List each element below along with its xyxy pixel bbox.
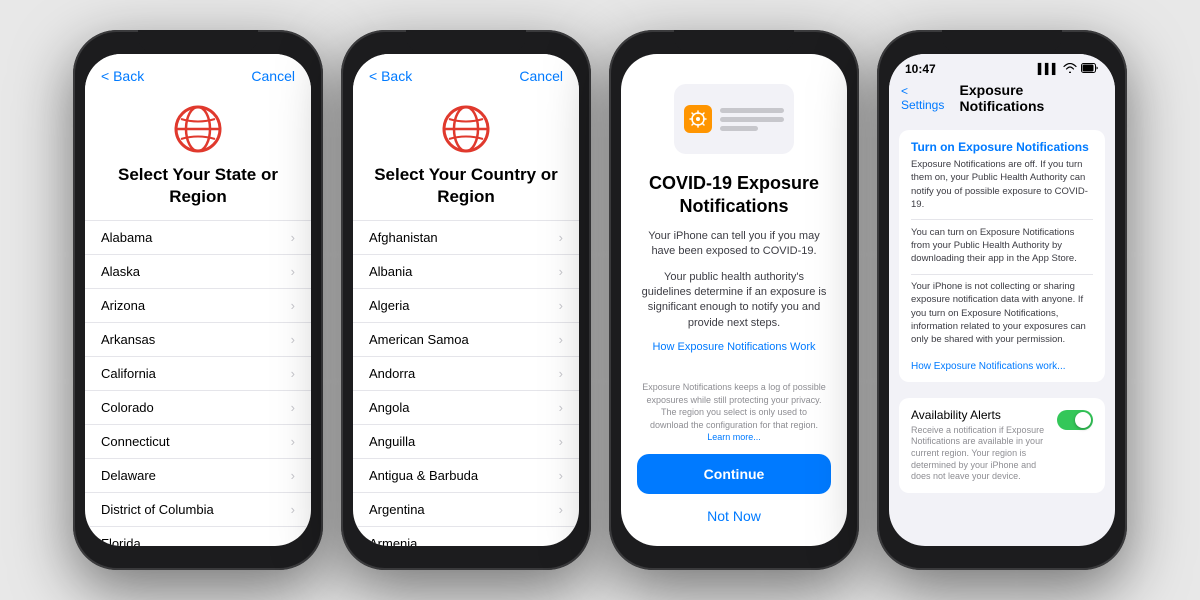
status-icons: ▌▌▌ (1038, 63, 1099, 76)
list-item[interactable]: Arizona› (85, 289, 311, 323)
phone-4-notch (942, 30, 1062, 54)
covid-desc-1: Your iPhone can tell you if you may have… (621, 229, 847, 270)
covid-card-lines (720, 108, 784, 131)
covid-bottom: Exposure Notifications keeps a log of po… (621, 363, 847, 546)
continue-button[interactable]: Continue (637, 454, 831, 494)
wifi-icon (1063, 63, 1077, 76)
list-item[interactable]: Algeria› (353, 289, 579, 323)
not-now-button[interactable]: Not Now (637, 502, 831, 530)
phone-1-nav: < Back Cancel (85, 54, 311, 92)
phone-2-list[interactable]: Afghanistan› Albania› Algeria› American … (353, 220, 579, 546)
exposure-text-2: You can turn on Exposure Notifications f… (899, 220, 1105, 274)
covid-line (720, 108, 784, 113)
phone-3-screen: COVID-19 Exposure Notifications Your iPh… (621, 54, 847, 546)
globe-icon (171, 102, 225, 156)
list-item[interactable]: Alaska› (85, 255, 311, 289)
list-item[interactable]: Albania› (353, 255, 579, 289)
phone-1: < Back Cancel Select Your State or Regio… (73, 30, 323, 570)
status-bar: 10:47 ▌▌▌ (889, 54, 1115, 80)
availability-alerts-label: Availability Alerts (911, 408, 1051, 422)
how-notifications-work-link[interactable]: How Exposure Notifications work... (899, 355, 1105, 382)
list-item[interactable]: Arkansas› (85, 323, 311, 357)
status-time: 10:47 (905, 62, 936, 76)
phone-2-nav: < Back Cancel (353, 54, 579, 92)
covid-line (720, 117, 784, 122)
phone-4-screen: 10:47 ▌▌▌ (889, 54, 1115, 546)
covid-card-icon (684, 105, 712, 133)
covid-screen: COVID-19 Exposure Notifications Your iPh… (621, 54, 847, 546)
list-item[interactable]: Angola› (353, 391, 579, 425)
list-item[interactable]: Argentina› (353, 493, 579, 527)
list-item[interactable]: Delaware› (85, 459, 311, 493)
phone-2-screen: < Back Cancel Select Your Country or Reg… (353, 54, 579, 546)
list-item[interactable]: Colorado› (85, 391, 311, 425)
covid-title: COVID-19 Exposure Notifications (621, 164, 847, 229)
globe-icon-area-2 (353, 92, 579, 164)
toggle-knob (1075, 412, 1091, 428)
phone-1-list[interactable]: Alabama› Alaska› Arizona› Arkansas› Cali… (85, 220, 311, 546)
back-button[interactable]: < Back (101, 68, 144, 84)
globe-icon-area (85, 92, 311, 164)
settings-screen: 10:47 ▌▌▌ (889, 54, 1115, 546)
list-item[interactable]: Connecticut› (85, 425, 311, 459)
availability-alerts-row: Availability Alerts Receive a notificati… (899, 398, 1105, 493)
settings-nav-bar: < Settings Exposure Notifications (889, 80, 1115, 122)
list-item[interactable]: Florida› (85, 527, 311, 546)
phone-1-screen: < Back Cancel Select Your State or Regio… (85, 54, 311, 546)
phone-3: COVID-19 Exposure Notifications Your iPh… (609, 30, 859, 570)
covid-card-area (621, 54, 847, 164)
covid-line (720, 126, 758, 131)
covid-link[interactable]: How Exposure Notifications Work (621, 341, 847, 363)
availability-alerts-toggle[interactable] (1057, 410, 1093, 430)
phones-container: < Back Cancel Select Your State or Regio… (0, 0, 1200, 600)
list-item[interactable]: Armenia› (353, 527, 579, 546)
globe-icon-2 (439, 102, 493, 156)
exposure-text-1: Exposure Notifications are off. If you t… (899, 158, 1105, 219)
exposure-text-3: Your iPhone is not collecting or sharing… (899, 274, 1105, 354)
list-item[interactable]: Andorra› (353, 357, 579, 391)
availability-alerts-desc: Receive a notification if Exposure Notif… (911, 425, 1051, 483)
list-item[interactable]: Alabama› (85, 221, 311, 255)
covid-fine-link[interactable]: Learn more... (707, 432, 761, 442)
phone-1-title: Select Your State or Region (85, 164, 311, 220)
phone-4: 10:47 ▌▌▌ (877, 30, 1127, 570)
exposure-notifications-link[interactable]: Turn on Exposure Notifications (899, 130, 1105, 158)
cancel-button[interactable]: Cancel (251, 68, 295, 84)
phone-1-notch (138, 30, 258, 54)
phone-2-title: Select Your Country or Region (353, 164, 579, 220)
back-button[interactable]: < Back (369, 68, 412, 84)
settings-section-1: Turn on Exposure Notifications Exposure … (899, 130, 1105, 382)
phone-2-notch (406, 30, 526, 54)
phone-3-notch (674, 30, 794, 54)
list-item[interactable]: American Samoa› (353, 323, 579, 357)
cancel-button[interactable]: Cancel (519, 68, 563, 84)
phone-2: < Back Cancel Select Your Country or Reg… (341, 30, 591, 570)
list-item[interactable]: Anguilla› (353, 425, 579, 459)
settings-section-2: Availability Alerts Receive a notificati… (899, 398, 1105, 493)
list-item[interactable]: California› (85, 357, 311, 391)
list-item[interactable]: Antigua & Barbuda› (353, 459, 579, 493)
battery-icon (1081, 63, 1099, 76)
availability-alerts-text: Availability Alerts Receive a notificati… (911, 408, 1051, 483)
list-item[interactable]: Afghanistan› (353, 221, 579, 255)
covid-desc-2: Your public health authority's guideline… (621, 270, 847, 342)
settings-page-title: Exposure Notifications (960, 82, 1103, 114)
list-item[interactable]: District of Columbia› (85, 493, 311, 527)
covid-fine-print: Exposure Notifications keeps a log of po… (637, 381, 831, 454)
settings-back-button[interactable]: < Settings (901, 84, 952, 112)
covid-card (674, 84, 794, 154)
signal-icon: ▌▌▌ (1038, 64, 1059, 75)
